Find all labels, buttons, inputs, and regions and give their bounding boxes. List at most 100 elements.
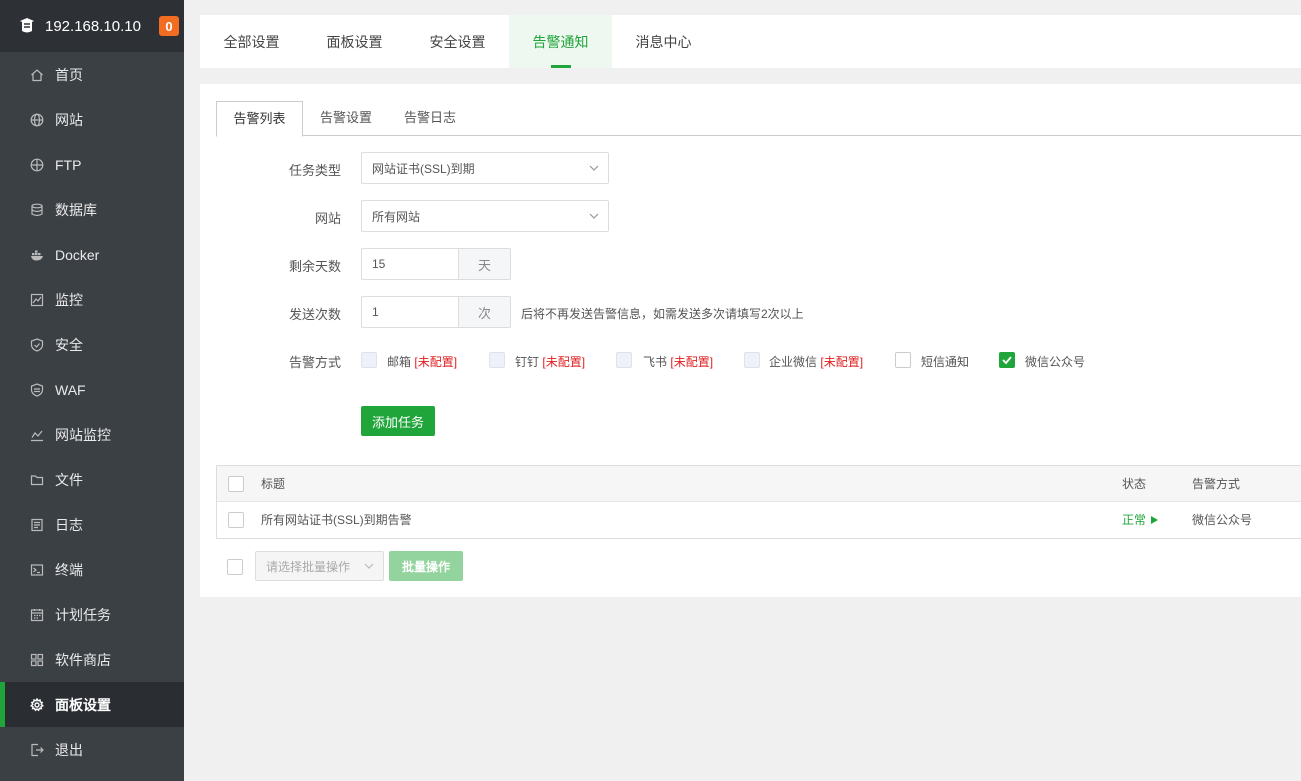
sidebar-item-label: Docker [55, 246, 100, 263]
chevron-down-icon [588, 162, 600, 174]
remaining-days-input[interactable]: 15 [361, 248, 458, 280]
sidebar-item-label: 面板设置 [55, 696, 111, 713]
tab-alert-settings[interactable]: 告警设置 [308, 101, 384, 136]
row-title: 所有网站证书(SSL)到期告警 [261, 513, 412, 527]
shield-icon [30, 337, 44, 352]
sidebar-item-waf[interactable]: WAF [0, 367, 184, 412]
unconfigured-note[interactable]: [未配置] [414, 355, 457, 369]
unconfigured-note[interactable]: [未配置] [542, 355, 585, 369]
send-count-row: 发送次数 1 次 后将不再发送告警信息，如需发送多次请填写2次以上 [200, 296, 1301, 328]
terminal-icon [30, 563, 44, 577]
table-row[interactable]: 所有网站证书(SSL)到期告警 正常 微信公众号 [217, 502, 1301, 538]
wechat-official-checkbox[interactable] [999, 352, 1015, 368]
play-icon [1151, 516, 1159, 524]
dingtalk-option-label: 钉钉 [未配置] [515, 355, 586, 369]
batch-select-placeholder: 请选择批量操作 [266, 559, 351, 574]
sidebar-item-label: 首页 [55, 66, 83, 83]
site-value: 所有网站 [372, 209, 421, 224]
unconfigured-note[interactable]: [未配置] [670, 355, 713, 369]
tab-alert-notification[interactable]: 告警通知 [509, 15, 612, 68]
sidebar-item-cron[interactable]: 计划任务 [0, 592, 184, 637]
sidebar-menu: 首页 网站 FTP 数据库 Docker 监控 安全 WAF 网站监控 文件 日… [0, 52, 184, 772]
sidebar-item-label: 网站 [55, 111, 83, 128]
dingtalk-checkbox[interactable] [489, 352, 505, 368]
sidebar-item-docker[interactable]: Docker [0, 232, 184, 277]
task-type-label: 任务类型 [288, 163, 341, 178]
tab-alert-list[interactable]: 告警列表 [216, 101, 303, 137]
chevron-down-icon [588, 210, 600, 222]
database-icon [30, 203, 44, 217]
server-logo-icon [18, 17, 36, 35]
sidebar-item-label: 终端 [55, 561, 83, 578]
logout-icon [30, 743, 44, 757]
alert-methods-label: 告警方式 [288, 355, 341, 370]
sidebar-item-label: WAF [55, 381, 86, 398]
status-text: 正常 [1122, 513, 1147, 527]
waf-icon [30, 382, 44, 397]
ftp-icon [30, 158, 44, 172]
select-all-checkbox[interactable] [228, 476, 244, 492]
send-count-group: 1 次 [361, 296, 511, 328]
notification-badge[interactable]: 0 [159, 16, 179, 36]
column-status[interactable]: 状态 [1122, 466, 1146, 502]
batch-operation-select[interactable]: 请选择批量操作 [255, 551, 384, 581]
task-type-value: 网站证书(SSL)到期 [372, 161, 475, 176]
wecom-checkbox[interactable] [744, 352, 760, 368]
sidebar-item-security[interactable]: 安全 [0, 322, 184, 367]
unconfigured-note[interactable]: [未配置] [820, 355, 863, 369]
sidebar-item-label: 数据库 [55, 201, 97, 218]
sidebar-item-panel-settings[interactable]: 面板设置 [0, 682, 184, 727]
wecom-option-label: 企业微信 [未配置] [769, 355, 864, 369]
sidebar-item-logout[interactable]: 退出 [0, 727, 184, 772]
sidebar-item-label: FTP [55, 156, 82, 173]
batch-operation-button[interactable]: 批量操作 [389, 551, 463, 581]
remaining-days-label: 剩余天数 [288, 259, 341, 274]
feishu-checkbox[interactable] [616, 352, 632, 368]
sidebar-item-monitor[interactable]: 监控 [0, 277, 184, 322]
tab-alert-logs[interactable]: 告警日志 [392, 101, 468, 136]
sidebar-item-database[interactable]: 数据库 [0, 187, 184, 232]
folder-icon [30, 473, 44, 487]
grid-icon [30, 653, 44, 667]
sidebar-item-ftp[interactable]: FTP [0, 142, 184, 187]
sidebar-item-label: 退出 [55, 741, 83, 758]
remaining-days-row: 剩余天数 15 天 [200, 248, 1301, 280]
sidebar-item-logs[interactable]: 日志 [0, 502, 184, 547]
email-option-label: 邮箱 [未配置] [387, 355, 458, 369]
home-icon [30, 68, 44, 82]
row-checkbox[interactable] [228, 512, 244, 528]
batch-select-all-checkbox[interactable] [227, 559, 243, 575]
sidebar-item-files[interactable]: 文件 [0, 457, 184, 502]
tab-panel-settings[interactable]: 面板设置 [303, 15, 406, 68]
sms-checkbox[interactable] [895, 352, 911, 368]
site-select[interactable]: 所有网站 [361, 200, 609, 232]
remaining-days-unit: 天 [458, 248, 511, 280]
send-count-label: 发送次数 [288, 307, 341, 322]
feishu-option-label: 飞书 [未配置] [643, 355, 714, 369]
row-status[interactable]: 正常 [1122, 502, 1159, 538]
task-type-select[interactable]: 网站证书(SSL)到期 [361, 152, 609, 184]
wechat-official-option-label: 微信公众号 [1025, 355, 1086, 369]
sidebar: 192.168.10.10 0 首页 网站 FTP 数据库 Docker 监控 [0, 0, 184, 781]
column-title[interactable]: 标题 [261, 466, 285, 502]
sidebar-header: 192.168.10.10 0 [0, 0, 184, 52]
globe-icon [30, 113, 44, 127]
row-method: 微信公众号 [1192, 513, 1253, 527]
tab-security-settings[interactable]: 安全设置 [406, 15, 509, 68]
sidebar-item-terminal[interactable]: 终端 [0, 547, 184, 592]
tab-all-settings[interactable]: 全部设置 [200, 15, 303, 68]
sidebar-item-home[interactable]: 首页 [0, 52, 184, 97]
sidebar-item-site-monitor[interactable]: 网站监控 [0, 412, 184, 457]
docker-icon [30, 248, 44, 262]
sidebar-item-website[interactable]: 网站 [0, 97, 184, 142]
sidebar-item-label: 软件商店 [55, 651, 111, 668]
sidebar-item-store[interactable]: 软件商店 [0, 637, 184, 682]
column-method[interactable]: 告警方式 [1192, 466, 1240, 502]
send-count-input[interactable]: 1 [361, 296, 458, 328]
calendar-icon [30, 608, 44, 622]
chevron-down-icon [363, 560, 375, 572]
add-task-button[interactable]: 添加任务 [361, 406, 435, 436]
email-checkbox[interactable] [361, 352, 377, 368]
log-icon [30, 518, 44, 532]
tab-message-center[interactable]: 消息中心 [612, 15, 715, 68]
